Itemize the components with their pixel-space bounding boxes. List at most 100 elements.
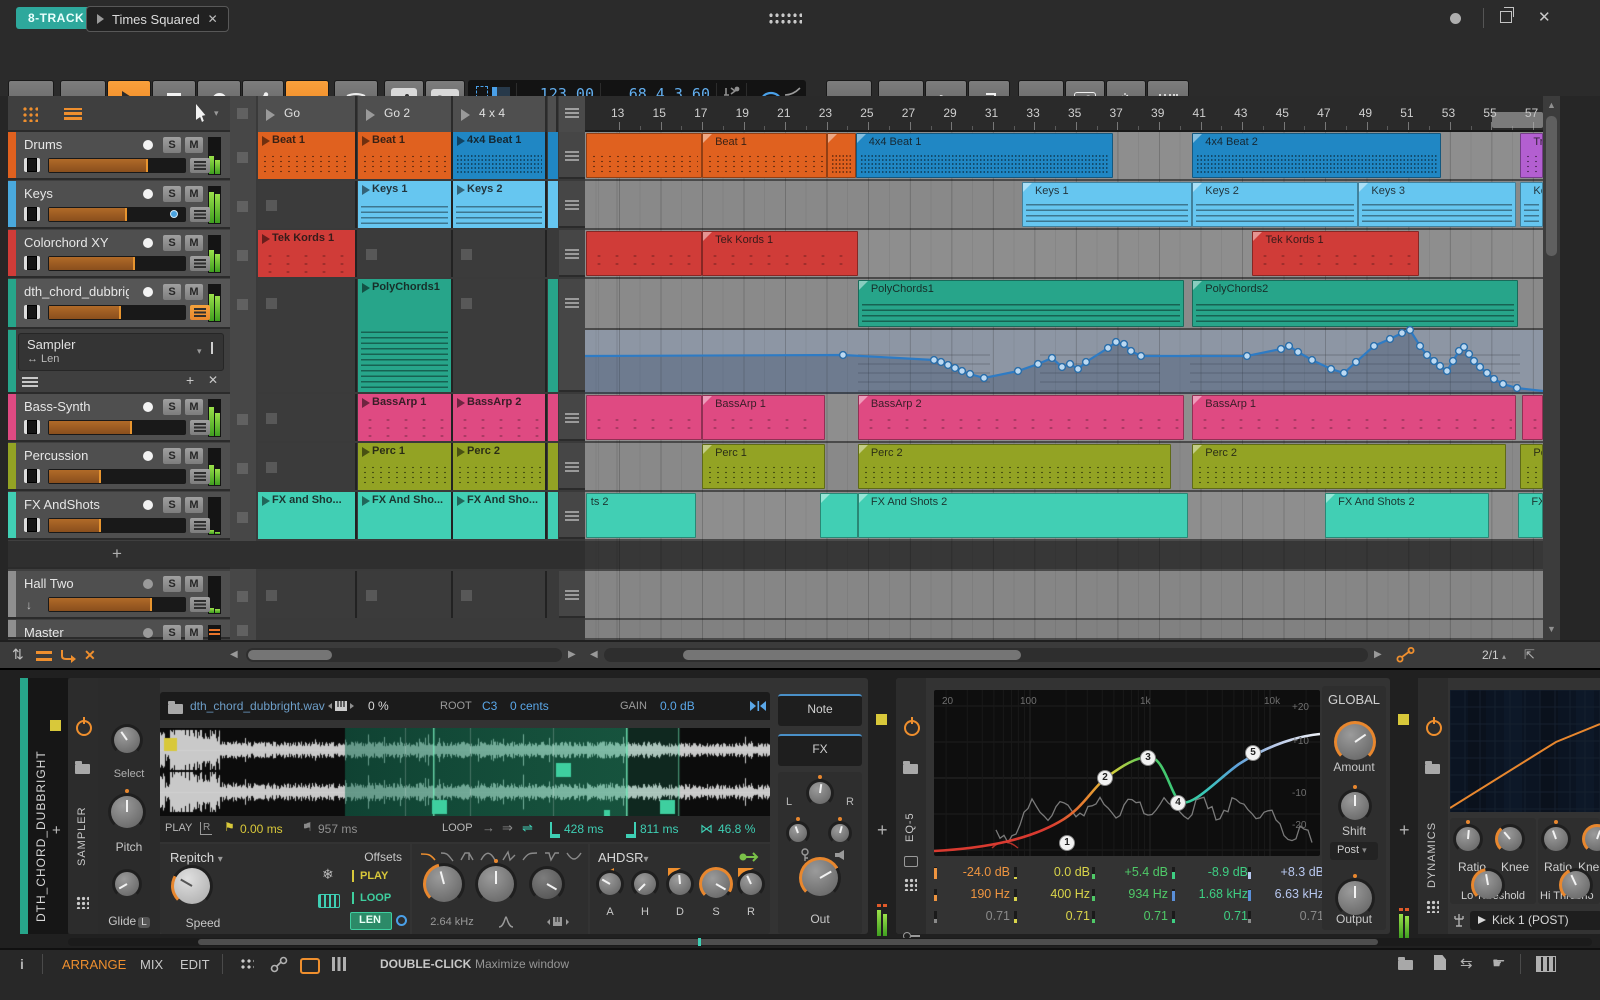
band-freq-value[interactable]: 190 Hz xyxy=(942,887,1010,901)
clip-play-icon[interactable] xyxy=(457,136,465,146)
launcher-empty-cell[interactable] xyxy=(453,571,547,618)
clip-stop-button[interactable] xyxy=(237,250,248,261)
automation-pages[interactable]: 2/1 ▴ xyxy=(1482,648,1506,662)
band-freq-value[interactable]: 6.63 kHz xyxy=(1256,887,1324,901)
eq5-power-icon[interactable] xyxy=(904,720,920,736)
tab-close-icon[interactable]: ✕ xyxy=(208,12,218,26)
eq-band-5-gain[interactable]: +8.3 dB xyxy=(1248,864,1328,882)
track-arm-button[interactable] xyxy=(143,140,153,150)
track-mute-button[interactable]: M xyxy=(185,284,203,300)
automation-point[interactable] xyxy=(931,357,938,364)
dual-display-icon[interactable] xyxy=(240,958,254,970)
device-track-add-icon[interactable]: + xyxy=(52,822,61,839)
clip-stop-button[interactable] xyxy=(237,463,248,474)
automation-point[interactable] xyxy=(1387,336,1394,343)
automation-point[interactable] xyxy=(1309,357,1316,364)
track-solo-button[interactable]: S xyxy=(163,186,181,202)
arranger-clip-Keys 2[interactable]: Keys 2 xyxy=(1192,182,1358,227)
tab-play-icon[interactable] xyxy=(97,14,104,24)
track-solo-button[interactable]: S xyxy=(163,235,181,251)
loop-off-icon[interactable]: → xyxy=(482,820,495,835)
track-mute-button[interactable]: M xyxy=(185,186,203,202)
device-slot-caret-icon[interactable]: ▾ xyxy=(197,346,202,357)
automation-point[interactable] xyxy=(1371,343,1378,350)
stop-all-clips-button[interactable] xyxy=(237,108,248,119)
scene-play-icon[interactable] xyxy=(461,109,470,121)
track-mute-button[interactable]: M xyxy=(185,448,203,464)
arranger-clip-Perc 1[interactable]: Perc 1 xyxy=(702,444,825,489)
eq5-device-name[interactable]: EQ-5 xyxy=(904,782,916,842)
device-slot-pin-icon[interactable] xyxy=(211,342,213,354)
track-header-Hall Two[interactable]: Hall TwoSM↓ xyxy=(8,571,230,619)
track-header-FX AndShots[interactable]: FX AndShotsSM xyxy=(8,492,230,540)
eq-band-3-q[interactable]: 0.71 xyxy=(1092,908,1172,926)
sep1-add-device-icon[interactable]: + xyxy=(877,820,888,841)
automation-point[interactable] xyxy=(952,365,959,372)
arranger-clip-clip[interactable] xyxy=(1522,395,1543,440)
track-menu-button[interactable] xyxy=(190,207,210,222)
launcher-empty-cell[interactable] xyxy=(453,279,547,392)
automation-point[interactable] xyxy=(1067,361,1074,368)
status-swap-icon[interactable]: ⇆ xyxy=(1460,954,1473,972)
pointer-tool-icon[interactable] xyxy=(196,104,209,122)
filter-res-knob[interactable] xyxy=(475,863,517,905)
automation-visible-icon[interactable] xyxy=(1396,647,1416,663)
eq-band-1-freq[interactable]: 190 Hz xyxy=(934,886,1014,904)
slot-add-icon[interactable]: + xyxy=(186,372,194,388)
launcher-clip-4x4 Beat 1[interactable]: 4x4 Beat 1 xyxy=(453,132,547,179)
track-volume-slider[interactable] xyxy=(48,420,186,435)
arranger-hscrollbar-thumb[interactable] xyxy=(683,650,1021,660)
ram-icon[interactable] xyxy=(318,894,340,908)
clip-stop-button[interactable] xyxy=(237,625,248,636)
arranger-clip-BassArp 1[interactable]: BassArp 1 xyxy=(1192,395,1516,440)
eq-band-4-gain[interactable]: -8.9 dB xyxy=(1172,864,1252,882)
sep1-select-square[interactable] xyxy=(876,714,887,725)
velocity-amount-knob[interactable] xyxy=(828,821,852,845)
launcher-clip-Tek Kords 1[interactable]: Tek Kords 1 xyxy=(258,230,357,277)
arranger-clip-Tek Kords 1[interactable]: Tek Kords 1 xyxy=(702,231,858,276)
track-menu-button[interactable] xyxy=(190,597,210,612)
automation-point[interactable] xyxy=(1138,353,1145,360)
clip-play-icon[interactable] xyxy=(362,283,370,293)
scene-play-icon[interactable] xyxy=(366,109,375,121)
eq5-curve-display[interactable] xyxy=(934,690,1320,856)
eq5-drag-icon[interactable] xyxy=(904,878,917,891)
eq-node-2[interactable]: 2 xyxy=(1097,770,1113,786)
track-header-dth_chord_dubbrig...[interactable]: dth_chord_dubbrig...SM xyxy=(8,279,230,329)
loop-start-value[interactable]: 428 ms xyxy=(564,822,603,836)
track-header-Drums[interactable]: DrumsSM xyxy=(8,132,230,180)
loop-on-icon[interactable]: ⇒ xyxy=(502,820,513,836)
track-header-Colorchord XY[interactable]: Colorchord XYSM xyxy=(8,230,230,278)
track-arm-button[interactable] xyxy=(143,579,153,589)
filter-freq-knob[interactable] xyxy=(423,863,465,905)
arranger-clip-Perc 3[interactable]: Perc 3 xyxy=(1520,444,1543,489)
track-height-icon[interactable]: ⇅ xyxy=(12,646,24,663)
status-file-icon[interactable] xyxy=(1434,955,1446,970)
sample-file-name[interactable]: dth_chord_dubbright.wav xyxy=(190,699,325,713)
eq-band-1-q[interactable]: 0.71 xyxy=(934,908,1014,926)
launcher-clip-partial[interactable] xyxy=(548,394,558,441)
eq-amount-knob[interactable] xyxy=(1334,721,1376,763)
clip-play-icon[interactable] xyxy=(262,136,270,146)
gain-value[interactable]: 0.0 dB xyxy=(660,699,695,713)
automation-point[interactable] xyxy=(1417,343,1424,350)
arranger-clip-Keys 3[interactable]: Keys 3 xyxy=(1520,182,1543,227)
layout-arrange-tab[interactable]: ARRANGE xyxy=(62,957,126,972)
stretch-value[interactable]: 0 % xyxy=(368,699,389,713)
band-q-value[interactable]: 0.71 xyxy=(942,909,1010,923)
dyn-lo-threshold-knob[interactable] xyxy=(1471,868,1505,902)
glide-knob[interactable] xyxy=(112,869,142,899)
automation-point[interactable] xyxy=(1477,364,1484,371)
clip-play-icon[interactable] xyxy=(362,185,370,195)
scene-header-2[interactable]: Go 2 xyxy=(358,96,453,132)
sep2-add-device-icon[interactable]: + xyxy=(1399,820,1410,841)
launcher-empty-cell[interactable] xyxy=(258,181,357,228)
arranger-scroll-right-icon[interactable]: ▶ xyxy=(1374,649,1382,660)
launcher-clip-partial[interactable] xyxy=(548,132,558,179)
device-track-select-square[interactable] xyxy=(50,720,61,731)
track-menu-button[interactable] xyxy=(190,305,210,320)
automation-point[interactable] xyxy=(1461,344,1468,351)
arranger-clip-4x4 Beat 1[interactable]: 4x4 Beat 1 xyxy=(856,133,1114,178)
track-mute-button[interactable]: M xyxy=(185,137,203,153)
launcher-clip-Beat 1[interactable]: Beat 1 xyxy=(358,132,453,179)
